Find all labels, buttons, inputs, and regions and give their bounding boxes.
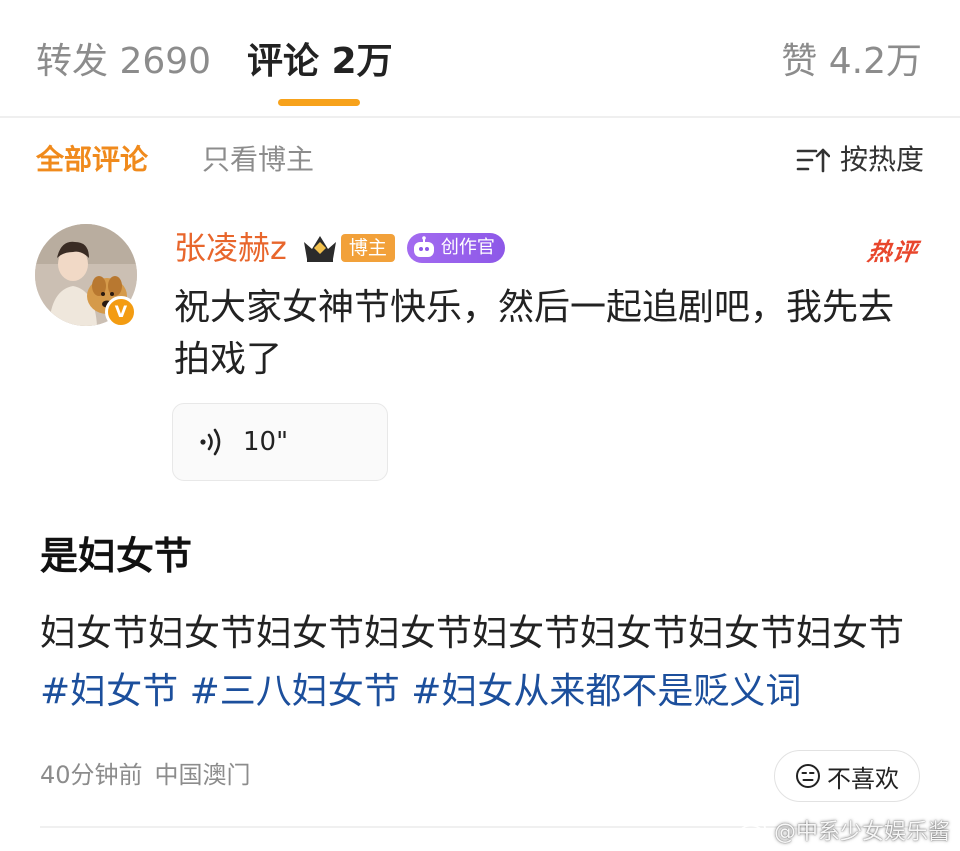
watermark: @中系少女娱乐酱 [738,814,950,846]
sort-button[interactable]: 按热度 [796,140,924,180]
tab-comments[interactable]: 评论 2万 [247,38,393,86]
dislike-label: 不喜欢 [827,764,899,793]
verified-badge-icon: V [105,296,137,328]
creator-badge-label: 创作官 [440,237,495,258]
dislike-button[interactable]: 不喜欢 [774,750,920,802]
creator-robot-icon [413,236,434,257]
voice-message-button[interactable]: 10" [172,403,388,481]
crown-icon [303,236,336,262]
active-tab-indicator [278,99,360,106]
post-time: 40分钟前 [40,761,143,789]
weibo-logo-icon [739,821,766,842]
post-meta: 40分钟前 中国澳门 [40,757,251,793]
watermark-text: @中系少女娱乐酱 [773,820,950,845]
comment-filter-bar: 全部评论 只看博主 按热度 [0,120,960,200]
hashtag-link[interactable]: #三八妇女节 [190,671,400,712]
post-location: 中国澳门 [154,761,251,789]
hot-comment-tag: 热评 [865,238,920,266]
filter-owner-only[interactable]: 只看博主 [202,140,314,180]
comment-username[interactable]: 张凌赫z [174,226,287,270]
tab-likes[interactable]: 赞 4.2万 [781,38,922,86]
post-body-text: 妇女节妇女节妇女节妇女节妇女节妇女节妇女节妇女节 [40,613,905,654]
sort-icon [796,148,830,173]
tab-repost[interactable]: 转发 2690 [36,38,211,86]
filter-all-comments[interactable]: 全部评论 [36,140,148,180]
comment-text: 祝大家女神节快乐，然后一起追剧吧，我先去拍戏了 [174,287,895,380]
post-body: 妇女节妇女节妇女节妇女节妇女节妇女节妇女节妇女节 #妇女节 #三八妇女节 #妇女从… [40,605,920,721]
owner-badge: 博主 [340,234,395,262]
sort-label: 按热度 [839,143,924,176]
frown-face-icon [796,764,820,788]
hashtag-link[interactable]: #妇女从来都不是贬义词 [411,671,801,712]
voice-wave-icon [200,428,221,456]
creator-badge: 创作官 [406,233,505,263]
hashtag-link[interactable]: #妇女节 [40,671,178,712]
comment-author-row: 张凌赫z 博主 创作官 [174,226,505,270]
comment-tab-bar: 转发 2690 评论 2万 赞 4.2万 [0,0,960,118]
post-title: 是妇女节 [40,534,193,578]
voice-duration: 10" [243,427,289,457]
